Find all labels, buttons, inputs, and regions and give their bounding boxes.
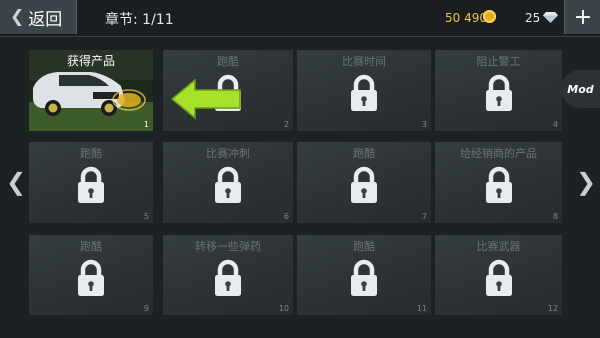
nav-left-icon[interactable]: ❮ [6, 168, 26, 196]
level-card-1[interactable]: 获得产品 1 [29, 50, 153, 131]
level-card-9[interactable]: 跑酷 9 [29, 235, 153, 315]
back-chevron-icon: ❮ [10, 6, 25, 27]
level-number: 10 [278, 304, 289, 313]
nav-right-icon[interactable]: ❯ [576, 168, 596, 196]
back-button[interactable]: ❮ 返回 [0, 0, 77, 34]
lock-icon [484, 166, 514, 208]
level-title: 跑酷 [80, 147, 102, 160]
level-title: 获得产品 [66, 54, 115, 68]
lock-icon [484, 259, 514, 301]
level-card-10[interactable]: 转移一些弹药 10 [163, 235, 293, 315]
coin-icon [483, 10, 496, 23]
level-card-5[interactable]: 跑酷 5 [29, 142, 153, 223]
level-number: 2 [283, 120, 289, 129]
top-bar: ❮ 返回 章节: 1/11 50 490 25 + [0, 0, 600, 37]
lock-icon [349, 259, 379, 301]
lock-icon [349, 74, 379, 116]
level-title: 跑酷 [353, 147, 375, 160]
level-number: 8 [552, 212, 558, 221]
level-title: 阻止警工 [476, 55, 521, 68]
mod-label: Mod [567, 82, 594, 96]
chapter-indicator: 章节: 1/11 [105, 12, 174, 28]
level-number: 6 [283, 212, 289, 221]
level-title: 跑酷 [353, 240, 375, 253]
level-number: 1 [143, 120, 149, 129]
level-card-8[interactable]: 给经销商的产品 8 [435, 142, 562, 223]
back-label: 返回 [28, 9, 63, 30]
diamond-icon [543, 12, 558, 23]
level-number: 3 [421, 120, 427, 129]
level-card-4[interactable]: 阻止警工 4 [435, 50, 562, 131]
level-title: 给经销商的产品 [460, 147, 537, 160]
coin-count: 50 490 [445, 11, 487, 25]
mod-menu-button[interactable]: Mod [561, 70, 600, 108]
level-card-7[interactable]: 跑酷 7 [297, 142, 431, 223]
level-number: 11 [416, 304, 427, 313]
level-title: 比赛时间 [342, 55, 386, 68]
lock-icon [484, 74, 514, 116]
level-card-6[interactable]: 比赛冲刺 6 [163, 142, 293, 223]
level-card-3[interactable]: 比赛时间 3 [297, 50, 431, 131]
gem-count: 25 [525, 11, 541, 25]
level-title: 转移一些弹药 [195, 240, 261, 253]
level-title: 比赛武器 [476, 240, 521, 253]
level-card-11[interactable]: 跑酷 11 [297, 235, 431, 315]
plus-icon: + [573, 4, 593, 30]
add-currency-button[interactable]: + [564, 0, 600, 34]
lock-icon [76, 166, 106, 208]
level-number: 12 [547, 304, 558, 313]
level-title: 比赛冲刺 [206, 147, 250, 160]
lock-icon [76, 259, 106, 301]
lock-icon [349, 166, 379, 208]
level-title: 跑酷 [80, 240, 102, 253]
level-title: 跑酷 [217, 55, 239, 68]
level-number: 5 [143, 212, 149, 221]
level-number: 4 [552, 120, 558, 129]
lock-icon [213, 259, 243, 301]
lock-icon [213, 166, 243, 208]
level-number: 9 [143, 304, 149, 313]
level-card-12[interactable]: 比赛武器 12 [435, 235, 562, 315]
green-arrow-icon [170, 78, 241, 120]
level-number: 7 [421, 212, 427, 221]
